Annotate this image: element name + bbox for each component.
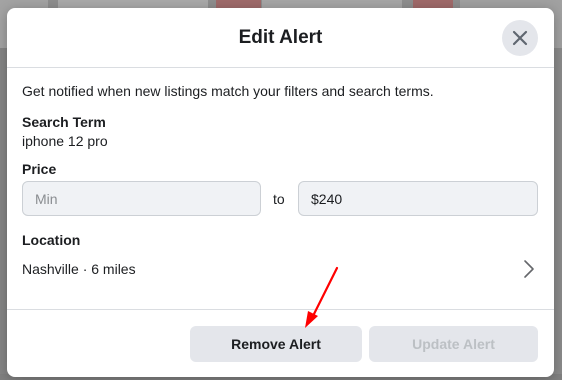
dialog-title: Edit Alert xyxy=(238,27,323,48)
min-price-input[interactable] xyxy=(23,182,260,215)
close-icon xyxy=(512,30,528,46)
edit-alert-dialog: Edit Alert Get notified when new listing… xyxy=(7,8,554,377)
dialog-description: Get notified when new listings match you… xyxy=(22,83,434,99)
remove-alert-button[interactable]: Remove Alert xyxy=(190,326,362,362)
close-button[interactable] xyxy=(502,20,538,56)
price-label: Price xyxy=(22,161,57,177)
chevron-right-icon xyxy=(524,260,534,278)
max-price-field[interactable] xyxy=(298,181,538,216)
search-term-value: iphone 12 pro xyxy=(22,133,108,149)
price-range-separator: to xyxy=(273,191,285,207)
max-price-input[interactable] xyxy=(299,182,537,215)
min-price-field[interactable] xyxy=(22,181,261,216)
location-value: Nashville · 6 miles xyxy=(22,261,136,277)
dialog-header: Edit Alert xyxy=(7,8,554,68)
dialog-footer: Remove Alert Update Alert xyxy=(7,309,554,377)
location-label: Location xyxy=(22,232,81,248)
search-term-label: Search Term xyxy=(22,114,106,130)
update-alert-button[interactable]: Update Alert xyxy=(369,326,538,362)
location-selector[interactable]: Nashville · 6 miles xyxy=(22,256,539,284)
